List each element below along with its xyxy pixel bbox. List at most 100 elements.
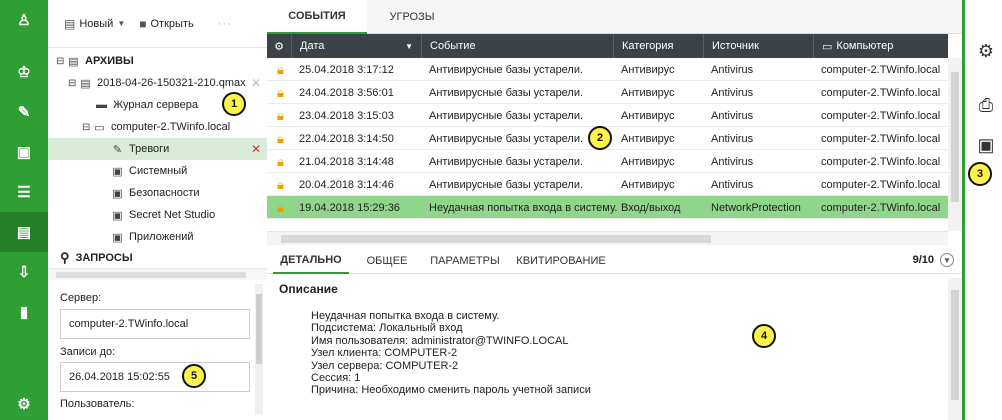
- detail-line: Неудачная попытка входа в систему.: [311, 310, 500, 322]
- tree-node-archives[interactable]: ⊟ ▤ АРХИВЫ: [48, 50, 267, 72]
- form-scrollbar[interactable]: [255, 284, 263, 414]
- tree-node-archive-file[interactable]: ⊟ ▤ 2018-04-26-150321-210.qmax ✕: [48, 72, 267, 94]
- chevron-down-icon[interactable]: ▼: [940, 253, 954, 267]
- table-horizontal-scrollbar[interactable]: [267, 231, 948, 245]
- right-toolbar: ⚙ ⎙ ▣: [962, 0, 1002, 420]
- tree-node-alerts[interactable]: ✎ Тревоги ✕: [48, 138, 267, 160]
- query-form: Сервер: computer-2.TWinfo.local Записи д…: [48, 282, 267, 420]
- tree-node-security[interactable]: ▣ Безопасности: [48, 182, 267, 204]
- table-vertical-scrollbar[interactable]: [948, 58, 962, 231]
- column-date[interactable]: Дата ▼: [291, 34, 421, 58]
- table-row[interactable]: 🔒︎ 20.04.2018 3:14:46 Антивирусные базы …: [267, 173, 948, 196]
- records-until-label: Записи до:: [60, 346, 116, 358]
- server-field[interactable]: computer-2.TWinfo.local: [60, 309, 250, 339]
- tree-node-system[interactable]: ▣ Системный: [48, 160, 267, 182]
- column-event[interactable]: Событие: [421, 34, 613, 58]
- tree-toolbar: ▤ Новый ▼ ■ Открыть ···: [48, 0, 267, 48]
- lock-icon: 🔒︎: [277, 84, 284, 100]
- tree-horizontal-scrollbar[interactable]: [48, 268, 267, 280]
- lock-icon: 🔒︎: [277, 130, 284, 146]
- open-button[interactable]: ■ Открыть: [139, 17, 193, 31]
- lock-icon: 🔒︎: [277, 153, 284, 169]
- main-tabs: СОБЫТИЯ УГРОЗЫ: [267, 0, 962, 34]
- new-button[interactable]: ▤ Новый ▼: [64, 17, 125, 31]
- detail-line: Сессия: 1: [311, 372, 361, 385]
- detail-body: Неудачная попытка входа в систему. Подси…: [311, 310, 591, 397]
- lock-icon: 🔒︎: [277, 107, 284, 123]
- lock-icon: 🔒︎: [277, 176, 284, 192]
- log-icon: ▣: [112, 165, 123, 178]
- tab-acknowledge[interactable]: КВИТИРОВАНИЕ: [511, 248, 611, 274]
- tab-params[interactable]: ПАРАМЕТРЫ: [427, 248, 503, 274]
- callout-1: 1: [222, 92, 246, 116]
- table-row[interactable]: 🔒︎ 21.04.2018 3:14:48 Антивирусные базы …: [267, 150, 948, 173]
- detail-line: Имя пользователя: administrator@TWINFO.L…: [311, 334, 569, 347]
- new-icon: ▤: [64, 16, 76, 31]
- tab-detail[interactable]: ДЕТАЛЬНО: [273, 248, 349, 274]
- archive-file-icon: ▤: [80, 77, 91, 90]
- monitor-icon: ▭: [822, 40, 833, 53]
- column-computer[interactable]: ▭ Компьютер: [813, 34, 948, 58]
- table-header: ⚙ Дата ▼ Событие Категория Источник ▭ Ко…: [267, 34, 948, 58]
- collapse-icon[interactable]: ⊟: [68, 78, 78, 89]
- table-row[interactable]: 🔒︎ 25.04.2018 3:17:12 Антивирусные базы …: [267, 58, 948, 81]
- column-source[interactable]: Источник: [703, 34, 813, 58]
- more-menu[interactable]: ···: [218, 18, 232, 30]
- detail-line: Причина: Необходимо сменить пароль учетн…: [311, 384, 591, 397]
- archive-icon[interactable]: ▤: [0, 212, 48, 252]
- callout-2: 2: [588, 126, 612, 150]
- tree-node-sns[interactable]: ▣ Secret Net Studio: [48, 204, 267, 226]
- close-icon[interactable]: ✕: [251, 142, 261, 156]
- records-until-field[interactable]: 26.04.2018 15:02:55: [60, 362, 250, 392]
- settings-icon[interactable]: ⚙: [0, 384, 48, 420]
- collapse-icon[interactable]: ⊟: [56, 56, 66, 67]
- detail-scrollbar[interactable]: [948, 278, 962, 420]
- log-icon: ▣: [112, 187, 123, 200]
- tab-threats[interactable]: УГРОЗЫ: [367, 0, 457, 34]
- callout-3: 3: [968, 162, 992, 186]
- tree-node-apps[interactable]: ▣ Приложений: [48, 226, 267, 248]
- detail-line: Подсистема: Локальный вход: [311, 322, 463, 335]
- list-icon[interactable]: ☰: [0, 172, 48, 212]
- chevron-down-icon: ▼: [117, 19, 126, 28]
- detail-tabs: ДЕТАЛЬНО ОБЩЕЕ ПАРАМЕТРЫ КВИТИРОВАНИЕ 9/…: [267, 248, 962, 274]
- pager: 9/10 ▼: [913, 253, 954, 267]
- tab-general[interactable]: ОБЩЕЕ: [359, 248, 415, 274]
- table-row[interactable]: 🔒︎ 24.04.2018 3:56:01 Антивирусные базы …: [267, 81, 948, 104]
- save-icon[interactable]: ▣: [973, 132, 999, 158]
- callout-4: 4: [752, 324, 776, 348]
- sort-desc-icon: ▼: [405, 41, 413, 51]
- close-icon[interactable]: ✕: [251, 76, 261, 90]
- column-category[interactable]: Категория: [613, 34, 703, 58]
- shield-icon[interactable]: ♙: [0, 0, 48, 40]
- log-icon: ▣: [112, 209, 123, 222]
- detail-panel: Описание Неудачная попытка входа в систе…: [267, 276, 948, 420]
- server-label: Сервер:: [60, 292, 102, 304]
- tree-node-computer[interactable]: ⊟ ▭ computer-2.TWinfo.local: [48, 116, 267, 138]
- user-label: Пользователь:: [60, 398, 135, 410]
- detail-line: Узел сервера: COMPUTER-2: [311, 359, 459, 372]
- monitor-icon: ▭: [94, 121, 105, 134]
- collapse-icon[interactable]: ⊟: [82, 122, 92, 133]
- table-row-selected[interactable]: 🔒︎ 19.04.2018 15:29:36 Неудачная попытка…: [267, 196, 948, 219]
- policy-icon[interactable]: ✎: [0, 92, 48, 132]
- device-icon[interactable]: ▣: [0, 132, 48, 172]
- lock-icon[interactable]: ▮: [0, 292, 48, 332]
- tab-events[interactable]: СОБЫТИЯ: [267, 0, 367, 34]
- detail-title: Описание: [279, 282, 338, 296]
- server-log-icon: ▬: [96, 99, 107, 111]
- table-row[interactable]: 🔒︎ 23.04.2018 3:15:03 Антивирусные базы …: [267, 104, 948, 127]
- gear-icon[interactable]: ⚙: [973, 38, 999, 64]
- callout-5: 5: [182, 364, 206, 388]
- search-icon: ⚲: [60, 250, 70, 265]
- download-icon[interactable]: ⇩: [0, 252, 48, 292]
- alerts-icon: ✎: [112, 143, 123, 156]
- tree-node-queries[interactable]: ⚲ ЗАПРОСЫ: [60, 250, 133, 266]
- user-icon[interactable]: ♔: [0, 52, 48, 92]
- archive-icon: ▤: [68, 55, 79, 68]
- column-settings-icon[interactable]: ⚙: [267, 34, 291, 58]
- new-label: Новый: [79, 17, 114, 30]
- page-counter: 9/10: [912, 254, 934, 266]
- open-label: Открыть: [150, 17, 194, 30]
- print-preview-icon[interactable]: ⎙: [973, 92, 999, 118]
